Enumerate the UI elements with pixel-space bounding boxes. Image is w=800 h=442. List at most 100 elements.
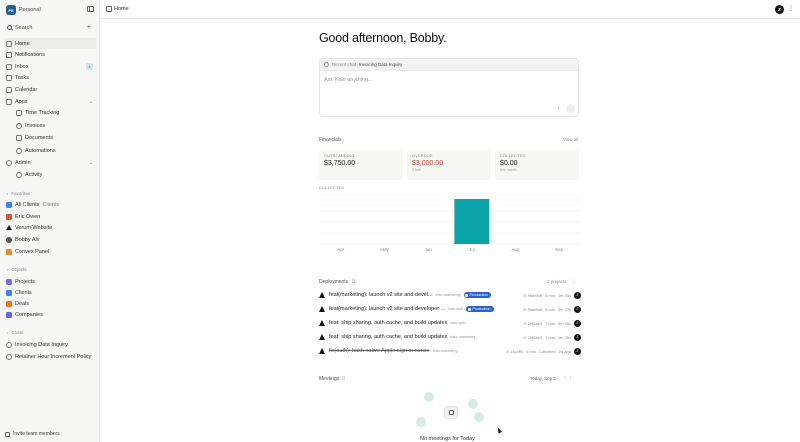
chevron-right-icon[interactable]: › <box>570 375 572 381</box>
sidebar-item-tasks[interactable]: Tasks <box>4 72 96 83</box>
sidebar-item-calendar[interactable]: Calendar <box>4 84 96 95</box>
collected-card[interactable]: COLLECTED $0.00 this month <box>495 150 579 180</box>
home-icon <box>6 40 12 47</box>
more-icon[interactable]: ⋮ <box>788 5 794 12</box>
vercel-icon <box>319 292 325 298</box>
attach-icon[interactable]: ⁝ <box>558 105 560 111</box>
avatar[interactable]: Z <box>574 347 581 355</box>
commit-hash[interactable]: ⊙ 9fab9b6 <box>523 307 542 312</box>
meetings-date[interactable]: Today, Sep 2 <box>530 376 556 381</box>
favorite-verum-website[interactable]: Verum Website <box>4 222 96 233</box>
sidebar-item-home[interactable]: Home <box>4 38 96 49</box>
object-clients[interactable]: Clients <box>4 287 96 298</box>
deployment-row[interactable]: feat(marketing): launch v2 site and deve… <box>319 303 581 315</box>
chats-section-label[interactable]: › Chats <box>7 330 23 335</box>
deployment-project: kaio-marketing <box>432 349 458 353</box>
favorite-all-clients[interactable]: All Clients Clients <box>4 199 96 210</box>
breadcrumb[interactable]: Home <box>114 6 129 12</box>
sidebar-item-time-tracking[interactable]: Time Tracking <box>14 107 96 118</box>
commit-hash[interactable]: ⊙ 13c4ff1 <box>506 349 524 354</box>
favorite-eric-owen[interactable]: Eric Owen <box>4 211 96 222</box>
more-icon[interactable]: ⋮ <box>572 279 577 284</box>
recent-chat-label: Recent chat <box>332 62 357 67</box>
sidebar-item-activity[interactable]: Activity <box>14 169 96 180</box>
ai-chat-box[interactable]: Recent chat Invoicing Data Inquiry Ask K… <box>319 58 579 117</box>
financials-view-all-link[interactable]: View all <box>563 137 578 142</box>
avatar[interactable]: Z <box>574 291 581 299</box>
deployment-duration: 3m 27s <box>557 306 571 312</box>
overdue-card[interactable]: OVERDUE $3,000.00 1 late <box>407 150 491 180</box>
object-projects[interactable]: Projects <box>4 276 96 287</box>
deployment-meta: ⊙ 9fab9b6 6 min 3m 27s Z <box>520 305 581 313</box>
deployment-row[interactable]: feat: ship sharing, auth cache, and buil… <box>319 331 581 343</box>
search-button[interactable]: Search + <box>5 22 95 33</box>
sidebar-item-label: Admin <box>15 159 31 166</box>
workspace-switcher[interactable]: PE Personal <box>6 4 41 16</box>
sidebar-item-admin[interactable]: Admin ⌄ <box>4 157 96 168</box>
sidebar-item-invoices[interactable]: Invoices <box>14 120 96 131</box>
convex-icon <box>6 248 12 255</box>
commit-hash[interactable]: ⊙ 2f45ac3 <box>523 321 542 326</box>
invite-team-button[interactable]: Invite team members <box>5 431 60 437</box>
deployment-row[interactable]: feat(marketing): launch v2 site and deve… <box>319 289 581 301</box>
commit-hash[interactable]: ⊙ 9fab9b6 <box>523 293 542 298</box>
meetings-count: 0 <box>342 376 346 382</box>
chevron-left-icon[interactable]: ‹ <box>564 375 566 381</box>
card-label: OUTSTANDING <box>324 154 355 158</box>
calendar-icon <box>6 86 12 93</box>
chat-input[interactable]: Ask Kaio anything... <box>324 77 373 83</box>
chart-bar[interactable] <box>454 199 490 244</box>
sidebar-item-notifications[interactable]: Notifications <box>4 49 96 60</box>
card-value: $3,750.00 <box>324 160 356 167</box>
sidebar-item-label: Home <box>15 40 30 47</box>
chevron-down-icon[interactable]: ⌄ <box>89 99 93 105</box>
projects-icon <box>6 278 12 285</box>
objects-section-label[interactable]: › Objects <box>7 267 27 272</box>
recent-chat-bar[interactable]: Recent chat Invoicing Data Inquiry <box>320 59 578 71</box>
send-button[interactable]: → <box>566 104 575 113</box>
inbox-icon <box>6 63 12 70</box>
object-deals[interactable]: Deals <box>4 298 96 309</box>
deployment-message: feat(marketing): launch v2 site and deve… <box>329 306 446 312</box>
deployment-row[interactable]: feat: ship sharing, auth cache, and buil… <box>319 317 581 329</box>
sidebar-toggle-icon[interactable] <box>87 6 94 12</box>
projects-filter-label: 2 projects <box>547 279 567 284</box>
sidebar-item-inbox[interactable]: Inbox 4 <box>4 61 96 72</box>
avatar[interactable]: Z <box>574 305 581 313</box>
object-label: Companies <box>15 311 43 318</box>
card-value: $3,000.00 <box>412 160 444 167</box>
vercel-icon <box>6 225 12 230</box>
favorites-section-label[interactable]: › Favorites <box>7 191 30 196</box>
deployments-projects-filter[interactable]: 2 projects ⋮ <box>547 279 576 285</box>
commit-hash[interactable]: ⊙ 2f45ac3 <box>523 335 542 340</box>
deployment-row[interactable]: fix(auth): hash native Apple sign-in non… <box>319 345 581 357</box>
chat-retainer-hour-policy[interactable]: Retainer Hour Increment Policy <box>4 351 96 362</box>
favorite-bobby-alv[interactable]: Bobby Alv <box>4 234 96 245</box>
chat-invoicing-data-inquiry[interactable]: Invoicing Data Inquiry <box>4 339 96 350</box>
deployment-duration: 1m 33s <box>557 292 571 298</box>
avatar[interactable]: Z <box>574 319 581 327</box>
task-icon <box>6 74 12 81</box>
chevron-down-icon[interactable]: ⌄ <box>89 160 93 166</box>
new-icon[interactable]: + <box>87 24 91 31</box>
section-label-text: Objects <box>11 267 27 272</box>
sidebar-item-automations[interactable]: Automations <box>14 145 96 156</box>
sidebar-item-label: Automations <box>25 147 56 154</box>
workspace-badge: PE <box>6 5 16 15</box>
sidebar-item-apps[interactable]: Apps ⌄ <box>4 96 96 107</box>
object-companies[interactable]: Companies <box>4 309 96 320</box>
deployment-meta: ⊙ 13c4ff1 9 min Canceled 2d ago Z <box>503 347 581 355</box>
favorite-convex-panel[interactable]: Convex Panel <box>4 246 96 257</box>
chart-tick-label: Jul <box>469 247 475 252</box>
sidebar-item-documents[interactable]: Documents <box>14 132 96 143</box>
activity-icon <box>16 171 22 178</box>
avatar[interactable]: Z <box>574 333 581 341</box>
avatar[interactable]: Z <box>775 5 784 14</box>
deals-icon <box>6 300 12 307</box>
vercel-icon <box>319 320 325 326</box>
recent-chat-title[interactable]: Invoicing Data Inquiry <box>359 62 402 67</box>
vercel-icon <box>319 306 325 312</box>
avatar-placeholder-icon <box>424 392 434 402</box>
sidebar-item-label: Tasks <box>15 74 30 81</box>
outstanding-card[interactable]: OUTSTANDING $3,750.00 <box>319 150 403 180</box>
